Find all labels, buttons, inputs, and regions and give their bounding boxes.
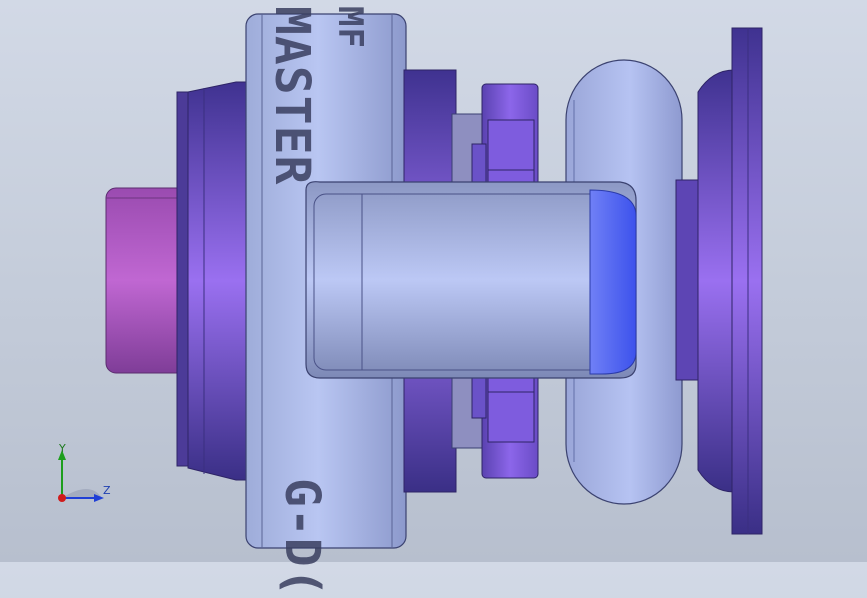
left-hub — [176, 81, 251, 481]
engraved-text-mf: MF — [330, 6, 370, 49]
cad-model-render[interactable] — [0, 0, 867, 562]
cad-model-viewport[interactable]: MF MASTER G-D( Y Z — [0, 0, 867, 598]
key-block — [305, 181, 637, 379]
engraved-text-master: MASTER — [264, 6, 320, 186]
engraved-text-gd: G-D( — [274, 478, 330, 598]
axis-triad: Y Z — [50, 440, 120, 510]
axis-label-z: Z — [103, 484, 111, 497]
axis-label-y: Y — [59, 442, 66, 455]
right-hub — [675, 27, 763, 535]
